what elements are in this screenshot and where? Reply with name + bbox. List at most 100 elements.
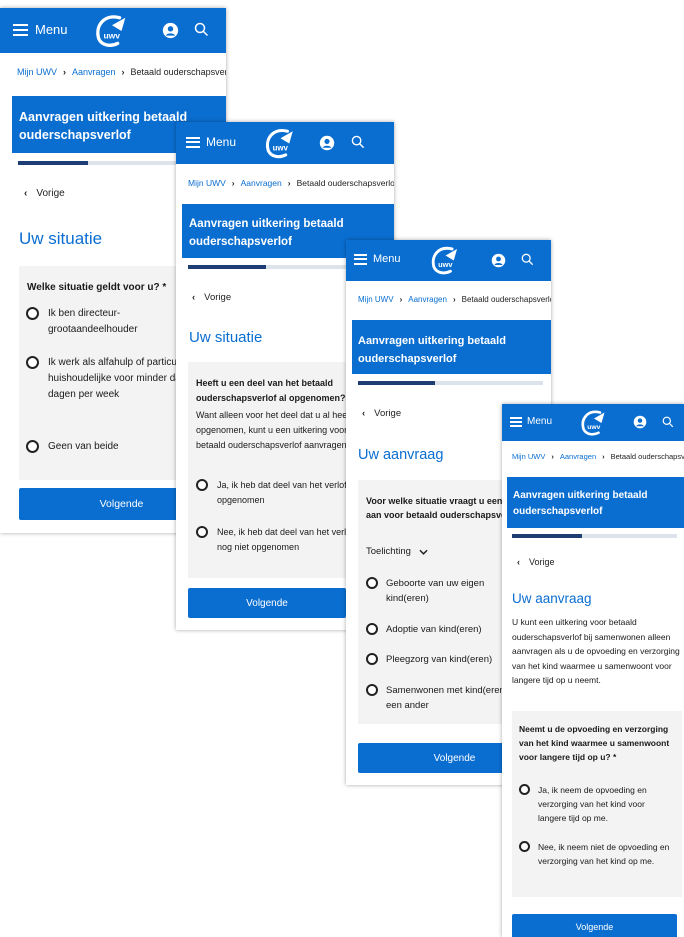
- info-text: Want alleen voor het deel dat u al heeft…: [196, 410, 353, 450]
- hamburger-icon: [186, 136, 200, 148]
- radio-button[interactable]: [196, 479, 208, 491]
- option-label: Ja, ik heb dat deel van het verlof al op…: [217, 480, 357, 505]
- breadcrumb-current: Betaald ouderschapsverlof: [610, 452, 684, 461]
- question-text: Welke situatie geldt voor u? *: [27, 282, 167, 293]
- menu-label: Menu: [373, 253, 401, 265]
- option-label: Ik ben directeur-grootaandeelhouder: [48, 308, 138, 335]
- chevron-right-icon: ›: [63, 67, 66, 77]
- breadcrumb: Mijn UWV › Aanvragen › Betaald ouderscha…: [184, 178, 394, 188]
- radio-button[interactable]: [26, 307, 39, 320]
- menu-button[interactable]: Menu: [13, 22, 68, 37]
- breadcrumb-home[interactable]: Mijn UWV: [188, 178, 226, 188]
- menu-label: Menu: [35, 22, 68, 37]
- breadcrumb: Mijn UWV › Aanvragen › Betaald ouderscha…: [13, 67, 226, 77]
- breadcrumb-aanvragen[interactable]: Aanvragen: [560, 452, 596, 461]
- back-label: Vorige: [529, 557, 555, 567]
- breadcrumb-aanvragen[interactable]: Aanvragen: [408, 295, 447, 304]
- account-icon[interactable]: [491, 253, 506, 268]
- header-bar: Menu uwv: [176, 122, 394, 164]
- svg-text:uwv: uwv: [103, 31, 120, 41]
- chevron-right-icon: ›: [121, 67, 125, 77]
- search-icon[interactable]: [662, 416, 674, 428]
- back-button[interactable]: ‹ Vorige: [517, 557, 555, 567]
- header-bar: Menu uwv: [502, 404, 684, 441]
- breadcrumb-current: Betaald ouderschapsverlof: [461, 295, 551, 304]
- chevron-right-icon: ›: [287, 178, 291, 188]
- uwv-logo[interactable]: uwv: [429, 244, 462, 277]
- page-heading: Uw aanvraag: [512, 591, 592, 606]
- breadcrumb-home[interactable]: Mijn UWV: [512, 452, 545, 461]
- breadcrumb-current: Betaald ouderschapsverlof: [296, 178, 394, 188]
- card-title: Aanvragen uitkering betaald ouderschapsv…: [507, 477, 684, 528]
- progress-fill: [358, 381, 435, 385]
- next-button[interactable]: Volgende: [512, 914, 677, 937]
- option-label: Geen van beide: [48, 441, 119, 452]
- radio-button[interactable]: [366, 623, 378, 635]
- page-heading: Uw situatie: [19, 229, 103, 248]
- breadcrumb-current: Betaald ouderschapsverlof: [130, 67, 226, 77]
- radio-button[interactable]: [26, 356, 39, 369]
- screen-4: Menu uwv Mijn UWV › Aanvragen › Betaald …: [502, 404, 684, 937]
- toelichting-label: Toelichting: [366, 546, 411, 557]
- back-label: Vorige: [204, 292, 232, 303]
- back-label: Vorige: [36, 188, 65, 199]
- chevron-left-icon: ‹: [192, 292, 196, 303]
- uwv-logo[interactable]: uwv: [263, 126, 298, 161]
- question-text: Neemt u de opvoeding en verzorging van h…: [519, 724, 670, 762]
- breadcrumb-aanvragen[interactable]: Aanvragen: [241, 178, 282, 188]
- breadcrumb-aanvragen[interactable]: Aanvragen: [72, 67, 116, 77]
- svg-text:uwv: uwv: [438, 260, 453, 269]
- radio-button[interactable]: [366, 684, 378, 696]
- radio-option-nee[interactable]: Nee, ik neem niet de opvoeding en verzor…: [519, 840, 679, 868]
- menu-button[interactable]: Menu: [354, 253, 401, 265]
- breadcrumb: Mijn UWV › Aanvragen › Betaald ouderscha…: [354, 295, 551, 304]
- svg-text:uwv: uwv: [587, 424, 600, 431]
- option-label: Ja, ik neem de opvoeding en verzorging v…: [538, 785, 647, 823]
- option-label: Nee, ik heb dat deel van het verlof nog …: [217, 527, 354, 552]
- radio-button[interactable]: [196, 526, 208, 538]
- header-bar: Menu uwv: [0, 8, 226, 53]
- uwv-logo[interactable]: uwv: [579, 408, 609, 438]
- chevron-right-icon: ›: [231, 178, 235, 188]
- back-button[interactable]: ‹ Vorige: [24, 188, 65, 199]
- account-icon[interactable]: [633, 415, 647, 429]
- account-icon[interactable]: [162, 22, 179, 39]
- chevron-left-icon: ‹: [517, 557, 520, 567]
- header-bar: Menu uwv: [346, 240, 551, 281]
- radio-button[interactable]: [519, 841, 530, 852]
- radio-option-ja[interactable]: Ja, ik neem de opvoeding en verzorging v…: [519, 783, 679, 825]
- progress-fill: [188, 265, 266, 269]
- breadcrumb-home[interactable]: Mijn UWV: [358, 295, 394, 304]
- back-button[interactable]: ‹ Vorige: [362, 408, 401, 419]
- radio-button[interactable]: [26, 440, 39, 453]
- search-icon[interactable]: [351, 135, 365, 149]
- form-card: Aanvragen uitkering betaald ouderschapsv…: [507, 477, 684, 937]
- progress-fill: [18, 161, 88, 165]
- menu-label: Menu: [527, 416, 553, 427]
- account-icon[interactable]: [319, 135, 335, 151]
- radio-button[interactable]: [366, 577, 378, 589]
- menu-label: Menu: [206, 135, 237, 149]
- progress-fill: [512, 534, 582, 538]
- breadcrumb: Mijn UWV › Aanvragen › Betaald ouderscha…: [509, 452, 684, 461]
- chevron-right-icon: ›: [602, 452, 605, 461]
- back-button[interactable]: ‹ Vorige: [192, 292, 231, 303]
- search-icon[interactable]: [194, 22, 209, 37]
- page-heading: Uw situatie: [189, 329, 263, 346]
- menu-button[interactable]: Menu: [186, 135, 236, 149]
- chevron-right-icon: ›: [551, 452, 554, 461]
- menu-button[interactable]: Menu: [510, 416, 552, 427]
- next-button[interactable]: Volgende: [188, 588, 346, 618]
- chevron-right-icon: ›: [399, 295, 403, 304]
- toelichting-toggle[interactable]: Toelichting: [366, 546, 428, 557]
- radio-button[interactable]: [519, 784, 530, 795]
- radio-button[interactable]: [366, 653, 378, 665]
- search-icon[interactable]: [521, 253, 534, 266]
- progress-bar: [512, 534, 677, 538]
- uwv-logo[interactable]: uwv: [93, 12, 131, 50]
- back-label: Vorige: [374, 408, 402, 419]
- option-label: Nee, ik neem niet de opvoeding en verzor…: [538, 842, 670, 866]
- intro-text: U kunt een uitkering voor betaald ouders…: [512, 617, 680, 685]
- hamburger-icon: [13, 23, 28, 36]
- breadcrumb-home[interactable]: Mijn UWV: [17, 67, 57, 77]
